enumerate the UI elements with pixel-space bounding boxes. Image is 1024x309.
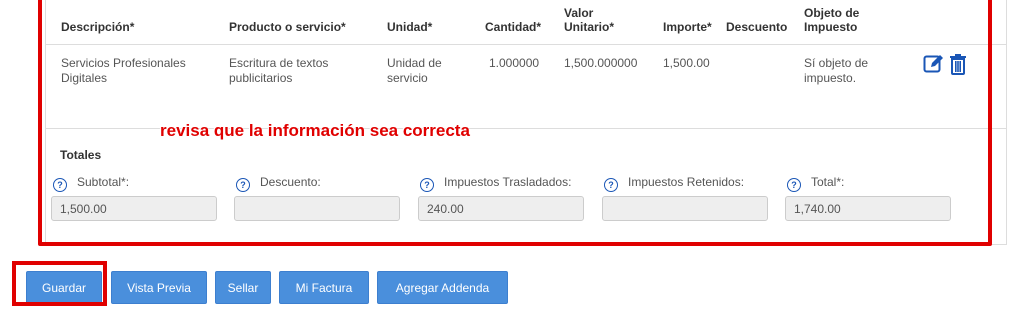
- cell-objeto-line1: Sí objeto de: [804, 56, 869, 70]
- cell-producto-line2: publicitarios: [229, 71, 293, 85]
- cell-unidad-line1: Unidad de: [387, 56, 442, 70]
- sellar-button[interactable]: Sellar: [215, 271, 271, 304]
- header-objeto-line2: Impuesto: [804, 20, 858, 34]
- trasladados-label: ? Impuestos Trasladados:: [420, 175, 571, 192]
- total-label: ? Total*:: [787, 175, 844, 192]
- cell-descripcion: Servicios Profesionales Digitales: [61, 56, 186, 86]
- guardar-button[interactable]: Guardar: [26, 271, 102, 304]
- cell-producto: Escritura de textos publicitarios: [229, 56, 328, 86]
- header-descripcion: Descripción*: [61, 20, 135, 34]
- table-header: Descripción* Producto o servicio* Unidad…: [46, 0, 1006, 45]
- cell-valor-unitario: 1,500.000000: [564, 56, 638, 70]
- retenidos-label: ? Impuestos Retenidos:: [604, 175, 744, 192]
- header-objeto-impuesto: Objeto de Impuesto: [804, 6, 859, 34]
- cell-producto-line1: Escritura de textos: [229, 56, 329, 70]
- subtotal-label-text: Subtotal*:: [77, 175, 130, 189]
- help-icon[interactable]: ?: [420, 178, 434, 192]
- header-producto: Producto o servicio*: [229, 20, 346, 34]
- totales-title: Totales: [60, 148, 102, 162]
- cell-importe: 1,500.00: [663, 56, 710, 70]
- row-actions: [923, 53, 967, 75]
- cell-cantidad: 1.000000: [489, 56, 540, 70]
- descuento-field[interactable]: [234, 196, 400, 221]
- review-annotation: revisa que la información sea correcta: [160, 121, 470, 140]
- total-label-text: Total*:: [811, 175, 845, 189]
- header-valor-line1: Valor: [564, 6, 594, 20]
- cell-unidad-line2: servicio: [387, 71, 428, 85]
- impuestos-trasladados-field[interactable]: 240.00: [418, 196, 584, 221]
- header-unidad: Unidad*: [387, 20, 433, 34]
- trash-icon[interactable]: [949, 53, 967, 75]
- help-icon[interactable]: ?: [604, 178, 618, 192]
- vista-previa-button[interactable]: Vista Previa: [111, 271, 207, 304]
- descuento-label: ? Descuento:: [236, 175, 321, 192]
- header-valor-unitario: Valor Unitario*: [564, 6, 614, 34]
- cell-descripcion-line1: Servicios Profesionales: [61, 56, 186, 70]
- trasladados-label-text: Impuestos Trasladados:: [444, 175, 572, 189]
- agregar-addenda-button[interactable]: Agregar Addenda: [377, 271, 508, 304]
- header-descuento: Descuento: [726, 20, 788, 34]
- mi-factura-button[interactable]: Mi Factura: [279, 271, 369, 304]
- total-field[interactable]: 1,740.00: [785, 196, 951, 221]
- header-valor-line2: Unitario*: [564, 20, 615, 34]
- impuestos-retenidos-field[interactable]: [602, 196, 768, 221]
- subtotal-field[interactable]: 1,500.00: [51, 196, 217, 221]
- cell-objeto-impuesto: Sí objeto de impuesto.: [804, 56, 868, 86]
- header-importe: Importe*: [663, 20, 712, 34]
- help-icon[interactable]: ?: [787, 178, 801, 192]
- table-row: Servicios Profesionales Digitales Escrit…: [46, 44, 1006, 129]
- cell-objeto-line2: impuesto.: [804, 71, 857, 85]
- subtotal-label: ? Subtotal*:: [53, 175, 129, 192]
- help-icon[interactable]: ?: [236, 178, 250, 192]
- retenidos-label-text: Impuestos Retenidos:: [628, 175, 745, 189]
- edit-icon[interactable]: [923, 53, 949, 73]
- descuento-label-text: Descuento:: [260, 175, 321, 189]
- cell-unidad: Unidad de servicio: [387, 56, 442, 86]
- header-cantidad: Cantidad*: [485, 20, 542, 34]
- header-objeto-line1: Objeto de: [804, 6, 860, 20]
- help-icon[interactable]: ?: [53, 178, 67, 192]
- cell-descripcion-line2: Digitales: [61, 71, 108, 85]
